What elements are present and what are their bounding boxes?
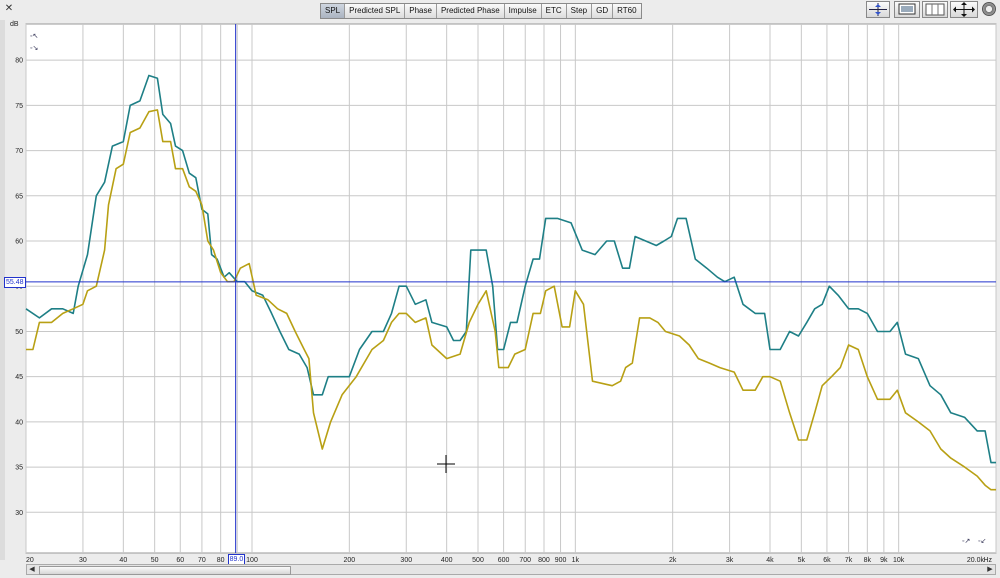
x-tick-label: 9k <box>880 557 888 564</box>
x-tick-label: 100 <box>246 557 258 564</box>
x-axis-label: Hz <box>983 557 992 564</box>
x-tick-label: 300 <box>400 557 412 564</box>
x-tick-label: 20.0k <box>967 557 985 564</box>
h-zoom-in-icon[interactable]: ◦↗ <box>962 538 970 545</box>
x-tick-label: 8k <box>864 557 872 564</box>
x-tick-label: 900 <box>555 557 567 564</box>
y-tick-label: 40 <box>15 419 23 426</box>
zoom-in-icon[interactable]: ◦↖ <box>30 33 38 40</box>
x-tick-label: 400 <box>441 557 453 564</box>
cursor-y-readout: 55.48 <box>4 276 26 288</box>
spl-chart[interactable]: 3035404550556065707580 20304050607080100… <box>0 0 1000 578</box>
h-zoom-out-icon[interactable]: ◦↙ <box>978 538 986 545</box>
x-tick-label: 5k <box>798 557 806 564</box>
y-tick-label: 80 <box>15 58 23 65</box>
x-tick-label: 3k <box>726 557 734 564</box>
y-tick-label: 50 <box>15 329 23 336</box>
x-tick-label: 500 <box>472 557 484 564</box>
horizontal-scrollbar[interactable]: ◀ ▶ <box>26 564 996 575</box>
x-tick-label: 7k <box>845 557 853 564</box>
plot-area[interactable] <box>25 23 997 554</box>
x-tick-label: 80 <box>217 557 225 564</box>
y-tick-label: 45 <box>15 374 23 381</box>
x-tick-label: 6k <box>823 557 831 564</box>
x-tick-label: 50 <box>151 557 159 564</box>
x-tick-label: 700 <box>519 557 531 564</box>
y-axis-label: dB <box>10 21 19 28</box>
x-tick-label: 20 <box>26 557 34 564</box>
zoom-out-icon[interactable]: ◦↘ <box>30 45 38 52</box>
x-tick-label: 60 <box>176 557 184 564</box>
y-tick-label: 70 <box>15 148 23 155</box>
x-tick-label: 2k <box>669 557 677 564</box>
x-axis-ticks: 20 30 40 50 60 70 80 100 200 300 400 500 600 700 800 90… <box>26 557 984 564</box>
x-tick-label: 200 <box>343 557 355 564</box>
y-tick-label: 35 <box>15 465 23 472</box>
y-tick-label: 75 <box>15 103 23 110</box>
x-tick-label: 70 <box>198 557 206 564</box>
scroll-thumb[interactable] <box>39 566 291 575</box>
y-tick-label: 30 <box>15 510 23 517</box>
y-tick-label: 60 <box>15 239 23 246</box>
x-tick-label: 600 <box>498 557 510 564</box>
scroll-left-icon[interactable]: ◀ <box>27 565 37 574</box>
y-tick-label: 65 <box>15 193 23 200</box>
x-tick-label: 4k <box>766 557 774 564</box>
x-tick-label: 800 <box>538 557 550 564</box>
x-tick-label: 40 <box>119 557 127 564</box>
x-tick-label: 1k <box>572 557 580 564</box>
x-tick-label: 30 <box>79 557 87 564</box>
scroll-right-icon[interactable]: ▶ <box>985 565 995 574</box>
x-tick-label: 10k <box>893 557 905 564</box>
